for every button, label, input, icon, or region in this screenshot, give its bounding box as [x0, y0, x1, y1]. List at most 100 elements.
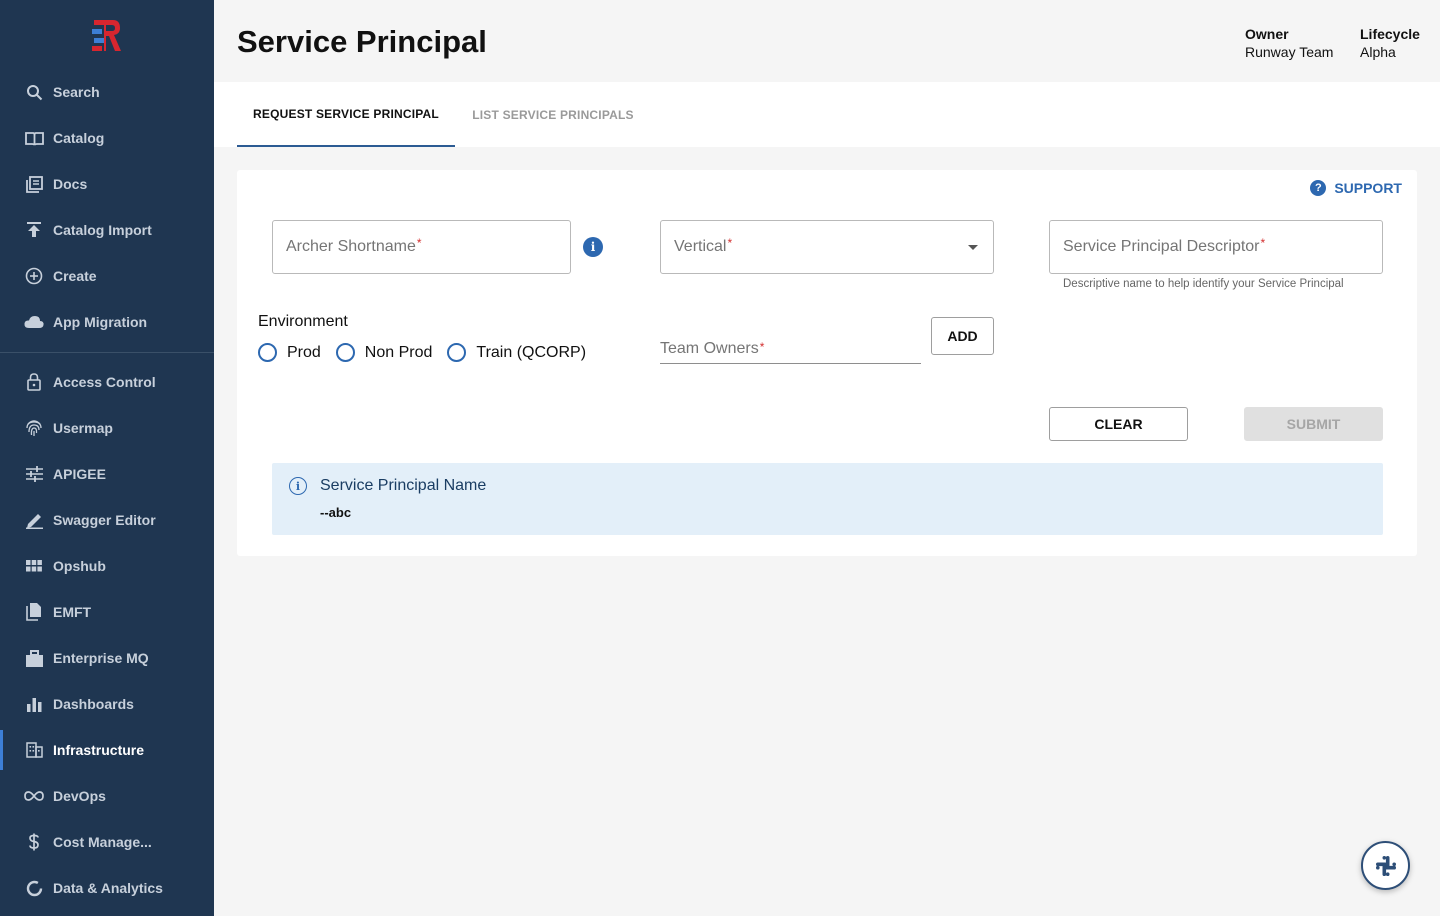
sidebar-item-cost-management[interactable]: Cost Manage...: [0, 822, 214, 862]
sidebar-item-opshub[interactable]: Opshub: [0, 546, 214, 586]
sidebar-item-label: Dashboards: [53, 696, 134, 712]
environment-label: Environment: [258, 313, 348, 330]
radio-circle[interactable]: [447, 343, 467, 362]
required-mark: *: [759, 340, 765, 354]
required-mark: *: [727, 236, 733, 250]
service-principal-descriptor-field[interactable]: Service Principal Descriptor *: [1049, 220, 1383, 274]
sliders-icon: [24, 464, 44, 484]
required-mark: *: [416, 236, 422, 250]
owner-label: Owner: [1245, 26, 1289, 42]
sidebar-item-label: APIGEE: [53, 466, 106, 482]
radio-prod[interactable]: Prod: [258, 343, 321, 362]
service-principal-name-notice: i Service Principal Name --abc: [272, 463, 1383, 535]
sidebar-item-search[interactable]: Search: [0, 72, 214, 112]
sidebar-item-usermap[interactable]: Usermap: [0, 408, 214, 448]
search-icon: [24, 82, 44, 102]
radio-non-prod[interactable]: Non Prod: [335, 343, 433, 362]
sidebar-divider: [0, 352, 214, 353]
support-label: SUPPORT: [1334, 180, 1402, 196]
sidebar-item-devops[interactable]: DevOps: [0, 776, 214, 816]
lifecycle-label: Lifecycle: [1360, 26, 1420, 42]
clear-button[interactable]: CLEAR: [1049, 407, 1188, 441]
environment-radio-group: Prod Non Prod Train (QCORP): [258, 343, 601, 362]
help-icon: ?: [1310, 180, 1327, 196]
slack-button[interactable]: [1361, 841, 1410, 890]
sidebar-item-label: Cost Manage...: [53, 834, 152, 850]
chevron-down-icon: [968, 245, 978, 250]
sidebar-item-emft[interactable]: EMFT: [0, 592, 214, 632]
files-icon: [24, 602, 44, 622]
lifecycle-meta: Lifecycle Alpha: [1360, 26, 1420, 62]
sidebar-item-label: App Migration: [53, 314, 148, 330]
sidebar-item-dashboards[interactable]: Dashboards: [0, 684, 214, 724]
sidebar-item-label: Search: [53, 84, 100, 100]
radio-circle[interactable]: [258, 343, 277, 362]
sidebar-item-label: DevOps: [53, 788, 106, 804]
sidebar-item-create[interactable]: Create: [0, 256, 214, 296]
owner-meta: Owner Runway Team: [1245, 26, 1333, 62]
sidebar-item-enterprise-mq[interactable]: Enterprise MQ: [0, 638, 214, 678]
team-owners-placeholder: Team Owners: [660, 340, 759, 357]
notice-value: --abc: [320, 505, 352, 520]
radio-label: Prod: [287, 343, 321, 361]
dollar-icon: [24, 832, 44, 852]
add-button[interactable]: ADD: [931, 317, 994, 355]
sidebar-item-access-control[interactable]: Access Control: [0, 362, 214, 402]
upload-icon: [24, 220, 44, 240]
docs-icon: [24, 174, 44, 194]
notice-title: Service Principal Name: [320, 477, 487, 494]
sidebar-item-label: Swagger Editor: [53, 512, 156, 528]
sidebar-item-label: Enterprise MQ: [53, 650, 149, 666]
archer-shortname-placeholder: Archer Shortname: [286, 238, 416, 255]
sidebar-item-label: EMFT: [53, 604, 92, 620]
infinity-icon: [24, 786, 44, 806]
sidebar: Search Catalog Docs Catalog Import Creat…: [0, 0, 214, 916]
vertical-placeholder: Vertical: [674, 238, 727, 255]
slack-icon: [1375, 855, 1396, 876]
archer-shortname-field[interactable]: Archer Shortname *: [272, 220, 571, 274]
runway-logo[interactable]: [92, 18, 122, 52]
grid-icon: [24, 556, 44, 576]
sidebar-item-swagger-editor[interactable]: Swagger Editor: [0, 500, 214, 540]
book-icon: [24, 128, 44, 148]
cloud-icon: [24, 312, 44, 332]
bar-chart-icon: [24, 694, 44, 714]
radio-train-qcorp[interactable]: Train (QCORP): [447, 343, 586, 362]
sidebar-item-label: Opshub: [53, 558, 106, 574]
sidebar-item-label: Catalog: [53, 130, 105, 146]
fingerprint-icon: [24, 418, 44, 438]
plus-circle-icon: [24, 266, 44, 286]
tab-request-service-principal[interactable]: REQUEST SERVICE PRINCIPAL: [237, 82, 455, 147]
sidebar-item-label: Infrastructure: [53, 742, 145, 758]
tab-bar: REQUEST SERVICE PRINCIPAL LIST SERVICE P…: [214, 82, 1440, 147]
sidebar-item-app-migration[interactable]: App Migration: [0, 302, 214, 342]
sidebar-item-data-analytics[interactable]: Data & Analytics: [0, 868, 214, 908]
radio-circle[interactable]: [335, 343, 355, 362]
vertical-select[interactable]: Vertical *: [660, 220, 994, 274]
lock-icon: [24, 372, 44, 392]
support-link[interactable]: ? SUPPORT: [1310, 180, 1402, 196]
team-owners-field[interactable]: Team Owners *: [660, 334, 921, 364]
pencil-icon: [24, 510, 44, 530]
required-mark: *: [1260, 236, 1266, 250]
submit-button[interactable]: SUBMIT: [1244, 407, 1383, 441]
sidebar-item-catalog[interactable]: Catalog: [0, 118, 214, 158]
sidebar-item-docs[interactable]: Docs: [0, 164, 214, 204]
inbox-icon: [24, 648, 44, 668]
sidebar-item-label: Create: [53, 268, 97, 284]
sidebar-item-apigee[interactable]: APIGEE: [0, 454, 214, 494]
page-header: Service Principal Owner Runway Team Life…: [214, 0, 1440, 82]
building-icon: [24, 740, 44, 760]
sidebar-item-label: Docs: [53, 176, 88, 192]
page-title: Service Principal: [237, 24, 487, 59]
donut-icon: [24, 878, 44, 898]
sidebar-item-infrastructure[interactable]: Infrastructure: [0, 730, 214, 770]
request-form-card: ? SUPPORT Archer Shortname * i Vertical * …: [237, 170, 1417, 556]
sidebar-item-catalog-import[interactable]: Catalog Import: [0, 210, 214, 250]
radio-label: Non Prod: [364, 343, 433, 361]
descriptor-helper-text: Descriptive name to help identify your S…: [1063, 278, 1344, 290]
owner-value: Runway Team: [1245, 44, 1334, 60]
info-icon[interactable]: i: [583, 237, 603, 257]
lifecycle-value: Alpha: [1360, 44, 1396, 60]
tab-list-service-principals[interactable]: LIST SERVICE PRINCIPALS: [455, 82, 651, 147]
